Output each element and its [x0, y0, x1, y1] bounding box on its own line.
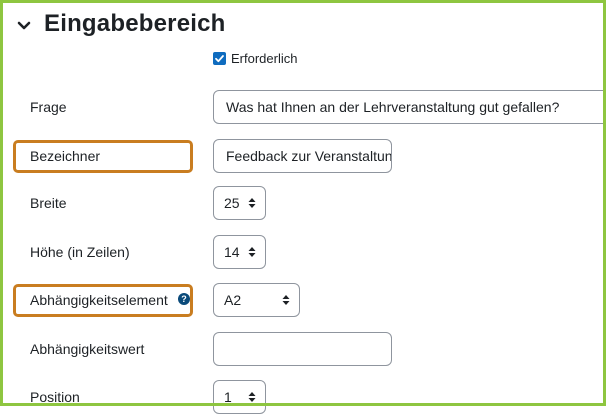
hoehe-select[interactable]: 14	[213, 235, 266, 269]
required-label: Erforderlich	[231, 51, 298, 66]
abhaengigkeitselement-select[interactable]: A2	[213, 283, 300, 317]
breite-label: Breite	[30, 195, 67, 211]
sort-caret-icon	[248, 392, 256, 402]
bezeichner-input[interactable]: Feedback zur Veranstaltung	[213, 139, 392, 173]
required-checkbox[interactable]	[213, 52, 226, 65]
question-circle-icon[interactable]: ?	[178, 293, 190, 305]
abhaengigkeitselement-label: Abhängigkeitselement	[30, 292, 168, 308]
chevron-down-icon[interactable]	[16, 18, 32, 34]
sort-caret-icon	[248, 198, 256, 208]
position-select[interactable]: 1	[213, 380, 266, 414]
breite-value: 25	[224, 195, 240, 211]
position-label: Position	[30, 389, 80, 405]
bezeichner-label: Bezeichner	[30, 148, 101, 164]
position-value: 1	[224, 389, 232, 405]
frage-input[interactable]: Was hat Ihnen an der Lehrveranstaltung g…	[213, 90, 606, 124]
breite-select[interactable]: 25	[213, 186, 266, 220]
sort-caret-icon	[248, 247, 256, 257]
abhaengigkeitselement-value: A2	[224, 292, 242, 308]
hoehe-label: Höhe (in Zeilen)	[30, 244, 130, 260]
checkmark-icon	[215, 55, 224, 63]
bezeichner-value: Feedback zur Veranstaltung	[226, 148, 392, 164]
section-title: Eingabebereich	[44, 10, 226, 37]
frage-label: Frage	[30, 99, 67, 115]
frage-value: Was hat Ihnen an der Lehrveranstaltung g…	[226, 99, 560, 115]
hoehe-value: 14	[224, 244, 240, 260]
abhaengigkeitswert-label: Abhängigkeitswert	[30, 341, 145, 357]
abhaengigkeitswert-input[interactable]	[213, 332, 392, 366]
sort-caret-icon	[282, 295, 290, 305]
required-checkbox-row[interactable]: Erforderlich	[213, 51, 297, 66]
